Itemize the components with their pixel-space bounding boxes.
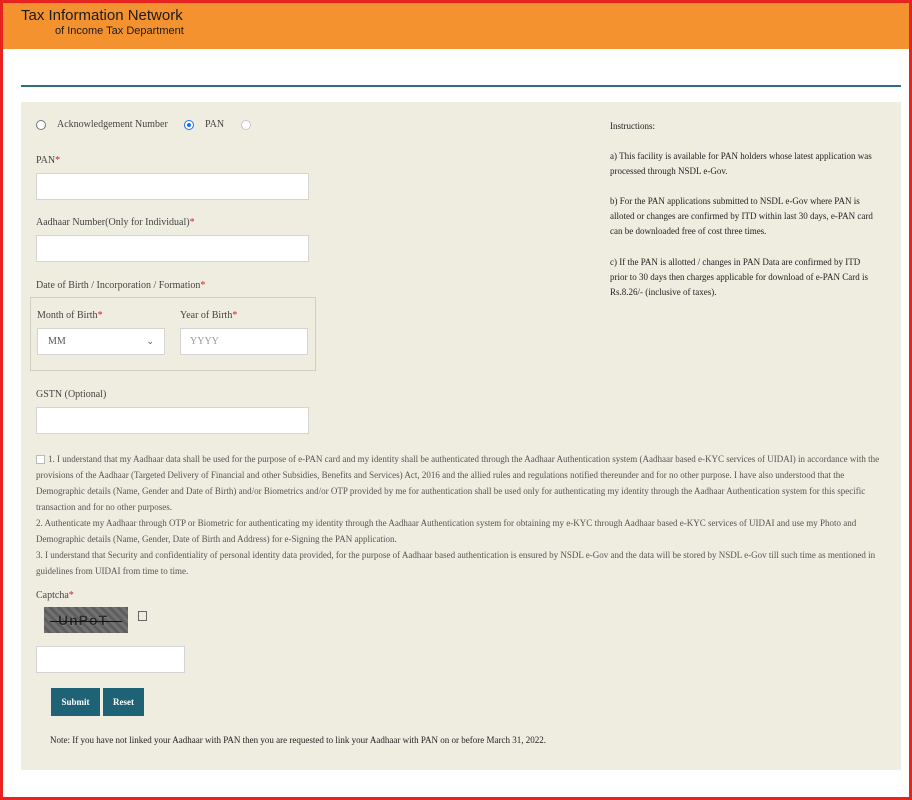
aadhaar-input[interactable] <box>36 235 309 262</box>
radio-pan-label: PAN <box>205 119 225 130</box>
year-label: Year of Birth* <box>180 310 238 321</box>
divider <box>21 85 901 87</box>
instruction-a: a) This facility is available for PAN ho… <box>610 151 872 176</box>
aadhaar-link-note: Note: If you have not linked your Aadhaa… <box>50 735 546 745</box>
site-title: Tax Information Network <box>21 7 183 24</box>
aadhaar-label: Aadhaar Number(Only for Individual)* <box>36 217 195 228</box>
radio-acknowledgement[interactable] <box>36 120 46 130</box>
gstn-label: GSTN (Optional) <box>36 389 107 400</box>
instruction-b: b) For the PAN applications submitted to… <box>610 196 873 236</box>
instruction-c: c) If the PAN is allotted / changes in P… <box>610 257 868 297</box>
pan-input[interactable] <box>36 173 309 200</box>
year-input-placeholder: YYYY <box>190 336 219 347</box>
captcha-image-text: UnPoT <box>58 612 109 628</box>
year-input[interactable]: YYYY <box>180 328 308 355</box>
submit-button[interactable]: Submit <box>51 688 100 716</box>
site-header: Tax Information Network of Income Tax De… <box>3 3 909 49</box>
declaration-line-2: 2. Authenticate my Aadhaar through OTP o… <box>36 518 857 544</box>
captcha-image: UnPoT <box>44 607 128 633</box>
consent-checkbox[interactable] <box>36 455 45 465</box>
month-select-value: MM <box>48 336 66 347</box>
declaration-text: 1. I understand that my Aadhaar data sha… <box>36 451 888 579</box>
month-label: Month of Birth* <box>37 310 103 321</box>
declaration-line-3: 3. I understand that Security and confid… <box>36 550 876 576</box>
site-subtitle: of Income Tax Department <box>55 25 184 37</box>
radio-pan[interactable] <box>184 120 194 130</box>
captcha-input[interactable] <box>36 646 185 673</box>
month-select[interactable]: MM ⌄ <box>37 328 165 355</box>
dob-label: Date of Birth / Incorporation / Formatio… <box>36 280 206 291</box>
gstn-input[interactable] <box>36 407 309 434</box>
captcha-label: Captcha* <box>36 590 74 601</box>
reset-button[interactable]: Reset <box>103 688 144 716</box>
captcha-refresh-icon[interactable] <box>138 611 147 621</box>
radio-acknowledgement-label: Acknowledgement Number <box>57 119 168 130</box>
declaration-line-1: 1. I understand that my Aadhaar data sha… <box>36 454 880 512</box>
chevron-down-icon: ⌄ <box>146 337 154 347</box>
instructions-heading: Instructions: <box>610 121 655 131</box>
radio-third-option[interactable] <box>241 120 251 130</box>
pan-label: PAN* <box>36 155 61 166</box>
